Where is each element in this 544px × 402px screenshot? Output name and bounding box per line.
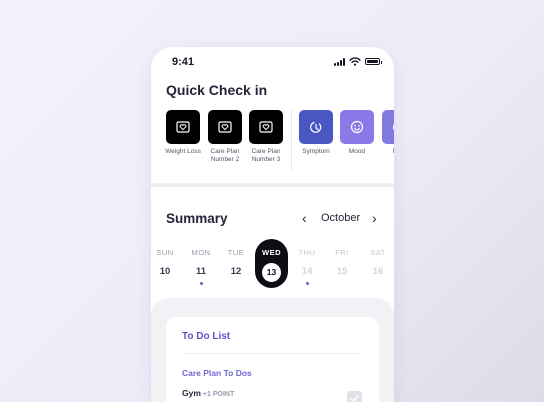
day-of-week: SUN (156, 248, 174, 257)
day-of-week: THU (298, 248, 316, 257)
calendar-day-selected[interactable]: WED 13 (255, 239, 288, 288)
day-of-week: SAT (370, 248, 386, 257)
heart-frame-icon (259, 121, 273, 133)
todo-item-name: Gym (182, 388, 201, 398)
todo-item-points: +1 POINT (202, 391, 235, 398)
quick-check-mood[interactable] (340, 110, 374, 144)
divider (182, 353, 362, 354)
status-time: 9:41 (172, 56, 195, 68)
calendar-day[interactable]: SUN 10 (152, 248, 178, 277)
todo-section-label: Care Plan To Dos (182, 368, 252, 378)
day-number: 11 (195, 266, 207, 277)
quick-check-care-plan-3[interactable] (249, 110, 283, 144)
wifi-icon (349, 57, 361, 66)
quick-check-in-title: Quick Check in (166, 82, 268, 98)
signal-icon (334, 57, 345, 66)
activity-dot (199, 282, 203, 285)
heart-frame-icon (218, 121, 232, 133)
battery-icon (365, 58, 382, 65)
month-label: October (321, 212, 361, 224)
status-bar: 9:41 (151, 47, 394, 77)
quick-check-care-plan-2[interactable] (208, 110, 242, 144)
symptom-icon (310, 121, 322, 133)
status-icons (334, 57, 382, 66)
day-number: 13 (262, 263, 281, 282)
day-of-week: WED (262, 248, 281, 257)
todo-title: To Do List (182, 331, 231, 342)
day-of-week: MON (191, 248, 211, 257)
day-number: 15 (336, 266, 348, 277)
quick-check-symptom[interactable] (299, 110, 333, 144)
todo-card: To Do List Care Plan To Dos Gym +1 POINT (166, 317, 379, 402)
day-number: 14 (301, 266, 313, 277)
chevron-left-icon[interactable]: ‹ (302, 211, 307, 225)
phone-screen: 9:41 Quick Check in Weight Loss Care Pla… (151, 47, 394, 402)
smiley-icon (350, 120, 364, 134)
day-number: 12 (230, 266, 242, 277)
tile-separator (291, 110, 292, 170)
tile-label-care-plan-3: Care Plan Number 3 (251, 148, 281, 163)
day-number: 16 (372, 266, 384, 277)
checkmark-icon (350, 395, 359, 402)
heart-frame-icon (176, 121, 190, 133)
todo-item: Gym +1 POINT (182, 388, 234, 398)
summary-title: Summary (166, 211, 228, 226)
day-of-week: FRI (335, 248, 349, 257)
med-icon (392, 123, 394, 131)
day-number: 10 (159, 266, 171, 277)
quick-check-med[interactable] (382, 110, 394, 144)
calendar-day[interactable]: MON 11 (188, 248, 214, 285)
day-of-week: TUE (227, 248, 245, 257)
calendar-day[interactable]: SAT 16 (365, 248, 391, 277)
tile-label-mood: Mood (348, 148, 366, 155)
quick-check-weight-loss[interactable] (166, 110, 200, 144)
activity-dot (305, 282, 309, 285)
calendar-day[interactable]: TUE 12 (223, 248, 249, 277)
calendar-day[interactable]: FRI 15 (329, 248, 355, 277)
section-divider (151, 183, 394, 187)
calendar-day[interactable]: THU 14 (294, 248, 320, 285)
tile-label-med: Med (375, 148, 394, 156)
tile-label-weight-loss: Weight Loss (165, 148, 201, 155)
todo-checkbox[interactable] (347, 391, 362, 402)
chevron-right-icon[interactable]: › (372, 211, 377, 225)
